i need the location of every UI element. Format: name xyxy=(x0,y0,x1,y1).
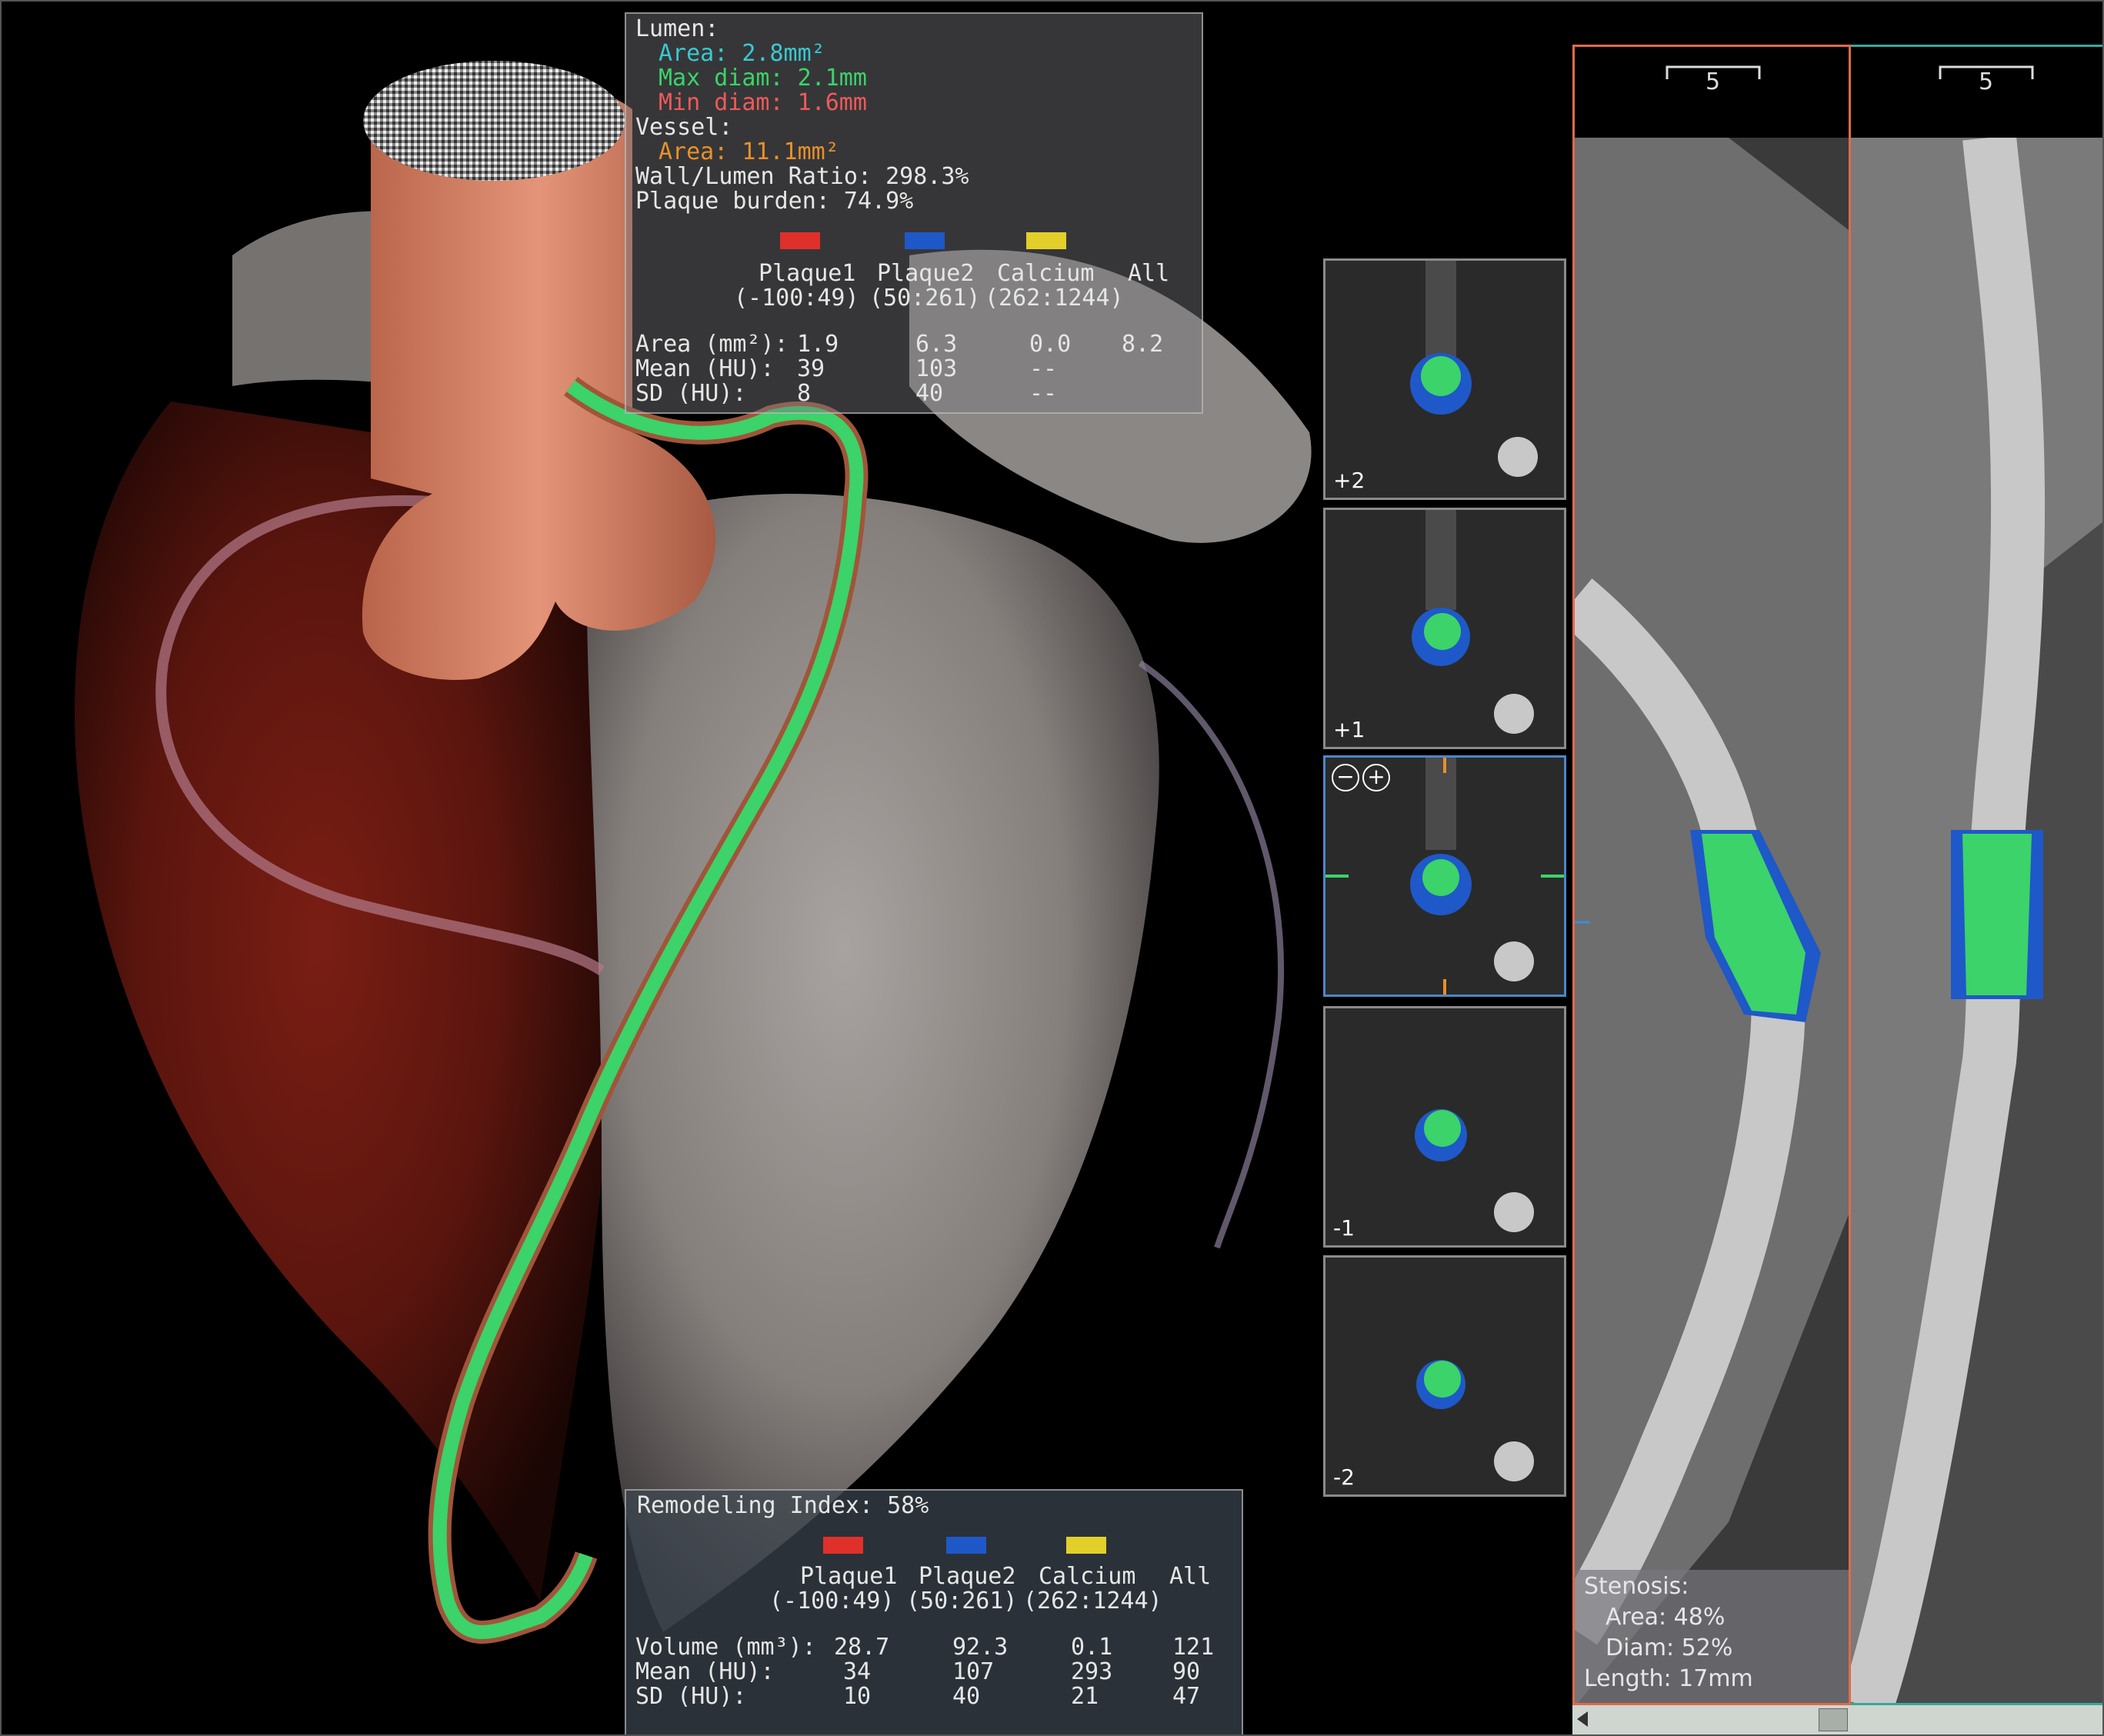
row-volume-p2: 92.3 xyxy=(952,1634,1009,1661)
row-sd-all: 47 xyxy=(1172,1683,1201,1710)
scroll-left-arrow-icon[interactable] xyxy=(1577,1711,1588,1727)
row-mean-label: Mean (HU): xyxy=(635,1658,775,1685)
stenosis-diam: Diam: 52% xyxy=(1606,1634,1733,1661)
header-plaque1: Plaque1 xyxy=(800,1563,898,1590)
plaque2-swatch xyxy=(905,232,945,249)
row-mean-ca: 293 xyxy=(1071,1658,1113,1685)
cpr-left-scrollbar[interactable] xyxy=(1572,1703,1851,1734)
row-mean-all: 90 xyxy=(1172,1658,1201,1685)
stenosis-length: Length: 17mm xyxy=(1584,1665,1753,1692)
row-sd-p2: 40 xyxy=(915,380,944,407)
slice-image xyxy=(1325,510,1564,747)
scale-bar: 5 xyxy=(1575,47,1849,140)
row-sd-p2: 40 xyxy=(952,1683,981,1710)
row-mean-p1: 34 xyxy=(843,1658,872,1685)
row-sd-p1: 10 xyxy=(843,1683,872,1710)
vessel-area: Area: 11.1mm² xyxy=(659,138,839,165)
range-plaque2: (50:261) xyxy=(906,1588,1018,1614)
row-area-all: 8.2 xyxy=(1122,331,1164,358)
cpr-right-scrollbar[interactable] xyxy=(1851,1703,2102,1734)
cross-section-slice-current[interactable]: − + xyxy=(1323,755,1566,997)
row-mean-p1: 39 xyxy=(797,355,825,382)
range-plaque1: (-100:49) xyxy=(734,285,859,312)
row-sd-ca: -- xyxy=(1029,380,1058,407)
lumen-max-diam: Max diam: 2.1mm xyxy=(659,65,867,92)
slice-offset-label: +1 xyxy=(1333,717,1365,742)
cpr-view-left[interactable]: 5 Stenosis: Area: 48% Diam: 52% Length: … xyxy=(1572,45,1851,1705)
scale-value: 5 xyxy=(1706,68,1721,95)
header-calcium: Calcium xyxy=(1039,1563,1136,1590)
header-all: All xyxy=(1169,1563,1212,1590)
remodeling-index: Remodeling Index: 58% xyxy=(637,1492,929,1519)
slice-image xyxy=(1325,1258,1564,1494)
slice-image xyxy=(1325,261,1564,498)
app-frame: Lumen: Area: 2.8mm² Max diam: 2.1mm Min … xyxy=(0,0,2104,1736)
header-plaque2: Plaque2 xyxy=(877,260,975,287)
slice-offset-label: -1 xyxy=(1333,1215,1355,1241)
range-plaque2: (50:261) xyxy=(869,285,981,312)
row-sd-label: SD (HU): xyxy=(635,1683,747,1710)
header-plaque2: Plaque2 xyxy=(919,1563,1016,1590)
row-volume-p1: 28.7 xyxy=(834,1634,890,1661)
cpr-image xyxy=(1851,138,2102,1705)
stenosis-title: Stenosis: xyxy=(1584,1573,1689,1600)
scroll-thumb[interactable] xyxy=(1819,1708,1848,1731)
row-sd-p1: 8 xyxy=(797,380,812,407)
slice-offset-label: +2 xyxy=(1333,468,1365,493)
row-volume-all: 121 xyxy=(1172,1634,1215,1661)
range-plaque1: (-100:49) xyxy=(769,1588,895,1614)
row-volume-label: Volume (mm³): xyxy=(635,1634,816,1661)
lumen-title: Lumen: xyxy=(635,15,719,42)
row-mean-label: Mean (HU): xyxy=(635,355,775,382)
slice-offset-label: -2 xyxy=(1333,1464,1355,1490)
row-volume-ca: 0.1 xyxy=(1071,1634,1113,1661)
range-calcium: (262:1244) xyxy=(1023,1588,1162,1614)
row-mean-p2: 107 xyxy=(952,1658,995,1685)
scale-value: 5 xyxy=(1979,68,1994,95)
zoom-out-button[interactable]: − xyxy=(1332,764,1359,791)
slice-image xyxy=(1325,1008,1564,1245)
row-area-ca: 0.0 xyxy=(1029,331,1072,358)
calcium-swatch xyxy=(1026,232,1066,249)
plaque1-swatch xyxy=(780,232,820,249)
slice-image xyxy=(1325,758,1564,995)
cpr-view-right[interactable]: 5 xyxy=(1851,45,2102,1705)
row-area-label: Area (mm²): xyxy=(635,331,789,358)
lumen-vessel-stats-panel: Lumen: Area: 2.8mm² Max diam: 2.1mm Min … xyxy=(625,12,1203,414)
cross-section-slice-minus2[interactable]: -2 xyxy=(1323,1255,1566,1497)
row-area-p1: 1.9 xyxy=(797,331,839,358)
cross-section-slice-minus1[interactable]: -1 xyxy=(1323,1006,1566,1248)
plaque-burden: Plaque burden: 74.9% xyxy=(635,188,914,215)
header-plaque1: Plaque1 xyxy=(759,260,856,287)
cpr-image xyxy=(1575,138,1849,1705)
row-mean-p2: 103 xyxy=(915,355,958,382)
row-area-p2: 6.3 xyxy=(915,331,958,358)
row-sd-ca: 21 xyxy=(1071,1683,1099,1710)
calcium-swatch xyxy=(1066,1537,1106,1554)
plaque1-swatch xyxy=(823,1537,863,1554)
header-all: All xyxy=(1128,260,1170,287)
scale-ruler xyxy=(1939,65,2034,79)
plaque2-swatch xyxy=(946,1537,986,1554)
remodeling-stats-panel: Remodeling Index: 58% Plaque1 Plaque2 Ca… xyxy=(625,1489,1243,1734)
stenosis-area: Area: 48% xyxy=(1606,1604,1726,1631)
row-sd-label: SD (HU): xyxy=(635,380,747,407)
cross-section-slice-plus2[interactable]: +2 xyxy=(1323,258,1566,500)
lumen-area: Area: 2.8mm² xyxy=(659,40,825,67)
zoom-in-button[interactable]: + xyxy=(1362,764,1390,791)
range-calcium: (262:1244) xyxy=(985,285,1124,312)
row-mean-ca: -- xyxy=(1029,355,1058,382)
header-calcium: Calcium xyxy=(997,260,1095,287)
stenosis-box: Stenosis: Area: 48% Diam: 52% Length: 17… xyxy=(1575,1570,1849,1705)
wall-lumen-ratio: Wall/Lumen Ratio: 298.3% xyxy=(635,163,969,190)
lumen-min-diam: Min diam: 1.6mm xyxy=(659,89,867,116)
vessel-title: Vessel: xyxy=(635,114,733,141)
cross-section-slice-plus1[interactable]: +1 xyxy=(1323,508,1566,749)
scale-bar: 5 xyxy=(1851,47,2102,140)
